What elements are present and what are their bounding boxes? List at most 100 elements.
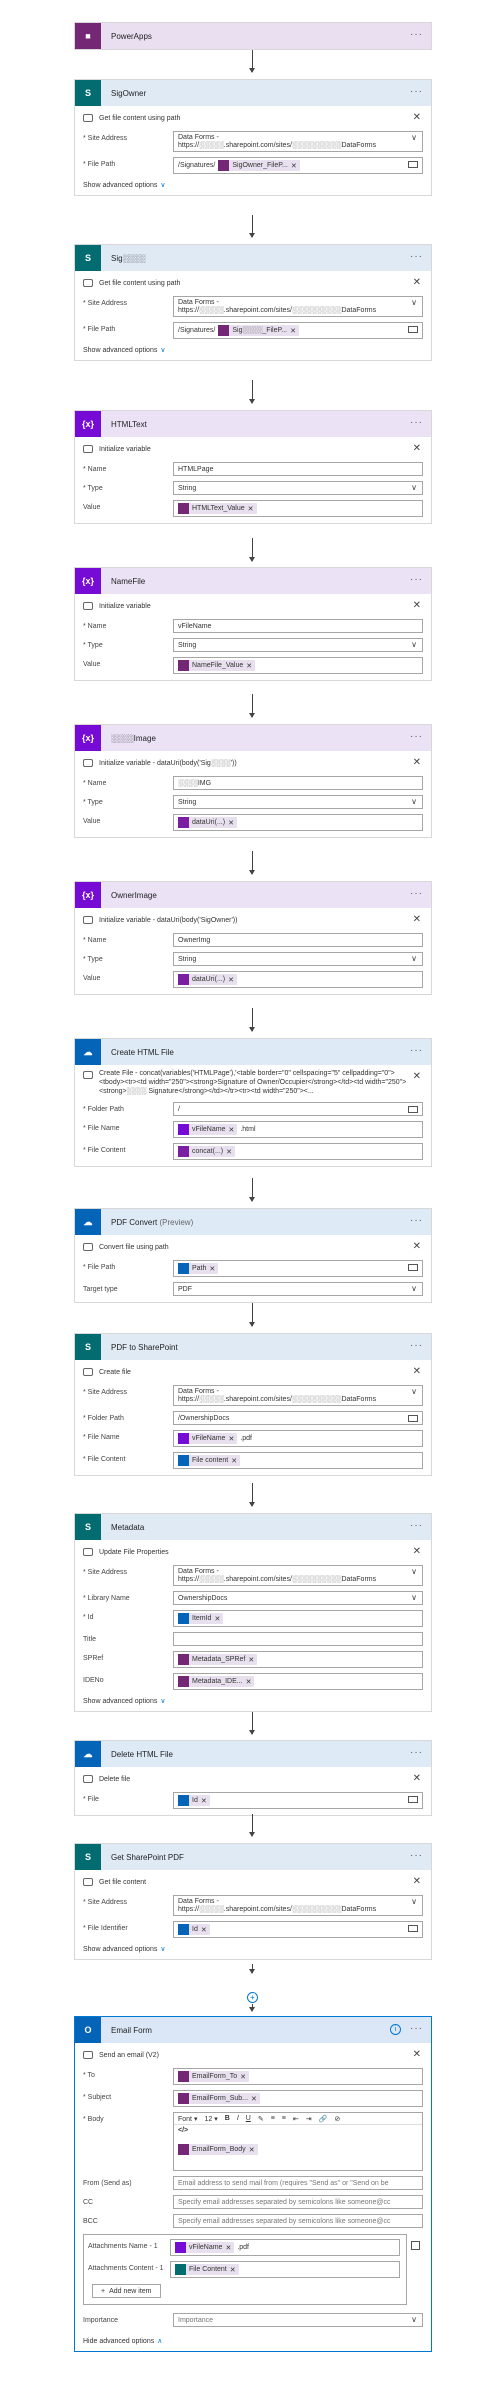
comment-icon[interactable] bbox=[83, 1548, 93, 1556]
dynamic-content-token[interactable]: Sig░░░░_FileP... ✕ bbox=[218, 325, 299, 336]
file-path-input[interactable]: /Signatures/ SigOwner_FileP... ✕ bbox=[173, 157, 423, 174]
remove-token-icon[interactable]: ✕ bbox=[246, 662, 252, 670]
attachment-content-input[interactable]: File Content ✕ bbox=[170, 2261, 400, 2278]
library-name-dropdown[interactable]: OwnershipDocs bbox=[173, 1591, 423, 1605]
comment-icon[interactable] bbox=[83, 1775, 93, 1783]
comment-icon[interactable] bbox=[83, 602, 93, 610]
comment-icon[interactable] bbox=[83, 759, 93, 767]
more-options-icon[interactable]: ··· bbox=[410, 2023, 423, 2034]
step-header[interactable]: {x} OwnerImage ··· bbox=[75, 882, 431, 908]
file-identifier-input[interactable]: Id ✕ bbox=[173, 1921, 423, 1938]
dynamic-content-token[interactable]: HTMLText_Value ✕ bbox=[178, 503, 257, 514]
more-options-icon[interactable]: ··· bbox=[410, 1747, 423, 1758]
italic-icon[interactable]: I bbox=[237, 2115, 239, 2122]
step-header[interactable]: ■ PowerApps ··· bbox=[75, 23, 431, 49]
dynamic-content-token[interactable]: EmailForm_To ✕ bbox=[178, 2071, 249, 2082]
step-header[interactable]: {x} HTMLText ··· bbox=[75, 411, 431, 437]
more-options-icon[interactable]: ··· bbox=[410, 731, 423, 742]
folder-icon[interactable] bbox=[408, 326, 418, 333]
step-htmltext[interactable]: {x} HTMLText ··· Initialize variable ✕ * … bbox=[74, 410, 432, 524]
remove-token-icon[interactable]: ✕ bbox=[246, 1678, 252, 1686]
more-options-icon[interactable]: ··· bbox=[410, 1850, 423, 1861]
close-icon[interactable]: ✕ bbox=[413, 112, 421, 123]
name-input[interactable]: ░░░░IMG bbox=[173, 776, 423, 790]
expression-token[interactable]: dataUri(...) ✕ bbox=[178, 817, 237, 828]
spref-input[interactable]: Metadata_SPRef ✕ bbox=[173, 1651, 423, 1668]
file-name-input[interactable]: vFileName ✕ .html bbox=[173, 1121, 423, 1138]
close-icon[interactable]: ✕ bbox=[413, 1773, 421, 1784]
comment-icon[interactable] bbox=[83, 1243, 93, 1251]
step-image[interactable]: {x} ░░░░Image ··· Initialize variable - … bbox=[74, 724, 432, 838]
step-sig[interactable]: S Sig░░░░ ··· Get file content using pat… bbox=[74, 244, 432, 361]
show-advanced-options[interactable]: Show advanced options ∨ bbox=[83, 1697, 423, 1705]
font-dropdown[interactable]: Font ▾ bbox=[178, 2115, 197, 2123]
comment-icon[interactable] bbox=[83, 279, 93, 287]
type-dropdown[interactable]: String bbox=[173, 795, 423, 809]
dynamic-content-token[interactable]: File content ✕ bbox=[178, 1455, 241, 1466]
delete-item-icon[interactable] bbox=[411, 2241, 420, 2250]
remove-token-icon[interactable]: ✕ bbox=[251, 2095, 257, 2103]
folder-icon[interactable] bbox=[408, 1415, 418, 1422]
comment-icon[interactable] bbox=[83, 1071, 93, 1079]
dynamic-content-token[interactable]: Metadata_IDE... ✕ bbox=[178, 1676, 255, 1687]
add-new-item-button[interactable]: + Add new item bbox=[92, 2284, 161, 2298]
decrease-indent-icon[interactable]: ⇤ bbox=[293, 2115, 299, 2123]
show-advanced-options[interactable]: Show advanced options ∨ bbox=[83, 1945, 423, 1953]
remove-token-icon[interactable]: ✕ bbox=[249, 2146, 255, 2154]
variable-token[interactable]: vFileName ✕ bbox=[178, 1433, 238, 1444]
type-dropdown[interactable]: String bbox=[173, 638, 423, 652]
show-advanced-options[interactable]: Show advanced options ∨ bbox=[83, 346, 423, 354]
info-icon[interactable]: i bbox=[390, 2024, 401, 2035]
dynamic-content-token[interactable]: Path ✕ bbox=[178, 1263, 219, 1274]
step-delete-html-file[interactable]: ☁ Delete HTML File ··· Delete file ✕ * Fi… bbox=[74, 1740, 432, 1816]
step-header[interactable]: S Get SharePoint PDF ··· bbox=[75, 1844, 431, 1870]
numbered-list-icon[interactable]: ≡ bbox=[282, 2115, 286, 2122]
remove-token-icon[interactable]: ✕ bbox=[201, 1926, 207, 1934]
importance-dropdown[interactable]: Importance bbox=[173, 2313, 423, 2327]
file-input[interactable]: Id ✕ bbox=[173, 1792, 423, 1809]
site-address-dropdown[interactable]: Data Forms - https://░░░░░.sharepoint.com… bbox=[173, 1385, 423, 1406]
type-dropdown[interactable]: String bbox=[173, 952, 423, 966]
close-icon[interactable]: ✕ bbox=[413, 2049, 421, 2060]
step-header[interactable]: {x} ░░░░Image ··· bbox=[75, 725, 431, 751]
from-input[interactable]: Email address to send mail from (require… bbox=[173, 2176, 423, 2190]
title-input[interactable] bbox=[173, 1632, 423, 1646]
dynamic-content-token[interactable]: Metadata_SPRef ✕ bbox=[178, 1654, 258, 1665]
remove-token-icon[interactable]: ✕ bbox=[291, 162, 297, 170]
underline-icon[interactable]: U bbox=[246, 2115, 251, 2122]
site-address-dropdown[interactable]: Data Forms - https://░░░░░.sharepoint.com… bbox=[173, 1565, 423, 1586]
step-create-html-file[interactable]: ☁ Create HTML File ··· Create File - con… bbox=[74, 1038, 432, 1167]
name-input[interactable]: HTMLPage bbox=[173, 462, 423, 476]
folder-path-input[interactable]: / bbox=[173, 1102, 423, 1116]
expression-token[interactable]: dataUri(...) ✕ bbox=[178, 974, 237, 985]
close-icon[interactable]: ✕ bbox=[413, 1366, 421, 1377]
increase-indent-icon[interactable]: ⇥ bbox=[306, 2115, 312, 2123]
show-advanced-options[interactable]: Show advanced options ∨ bbox=[83, 181, 423, 189]
remove-token-icon[interactable]: ✕ bbox=[248, 1656, 254, 1664]
code-view-icon[interactable]: </> bbox=[174, 2125, 422, 2136]
more-options-icon[interactable]: ··· bbox=[410, 1215, 423, 1226]
value-input[interactable]: dataUri(...) ✕ bbox=[173, 814, 423, 831]
value-input[interactable]: dataUri(...) ✕ bbox=[173, 971, 423, 988]
folder-icon[interactable] bbox=[408, 1264, 418, 1271]
remove-token-icon[interactable]: ✕ bbox=[225, 2244, 231, 2252]
step-header[interactable]: {x} NameFile ··· bbox=[75, 568, 431, 594]
name-input[interactable]: OwnerImg bbox=[173, 933, 423, 947]
remove-token-icon[interactable]: ✕ bbox=[230, 2266, 236, 2274]
remove-token-icon[interactable]: ✕ bbox=[201, 1797, 207, 1805]
close-icon[interactable]: ✕ bbox=[413, 1876, 421, 1887]
remove-token-icon[interactable]: ✕ bbox=[231, 1457, 237, 1465]
dynamic-content-token[interactable]: SigOwner_FileP... ✕ bbox=[218, 160, 300, 171]
step-header[interactable]: S Sig░░░░ ··· bbox=[75, 245, 431, 271]
close-icon[interactable]: ✕ bbox=[413, 443, 421, 454]
hide-advanced-options[interactable]: Hide advanced options ∧ bbox=[83, 2337, 423, 2345]
remove-token-icon[interactable]: ✕ bbox=[226, 1148, 232, 1156]
remove-token-icon[interactable]: ✕ bbox=[290, 327, 296, 335]
comment-icon[interactable] bbox=[83, 1368, 93, 1376]
step-header[interactable]: ☁ Create HTML File ··· bbox=[75, 1039, 431, 1065]
variable-token[interactable]: vFileName ✕ bbox=[175, 2242, 235, 2253]
step-email-form[interactable]: O Email Form i ··· Send an email (V2) ✕ *… bbox=[74, 2016, 432, 2352]
expression-token[interactable]: concat(...) ✕ bbox=[178, 1146, 235, 1157]
folder-icon[interactable] bbox=[408, 161, 418, 168]
dynamic-content-token[interactable]: EmailForm_Sub... ✕ bbox=[178, 2093, 260, 2104]
